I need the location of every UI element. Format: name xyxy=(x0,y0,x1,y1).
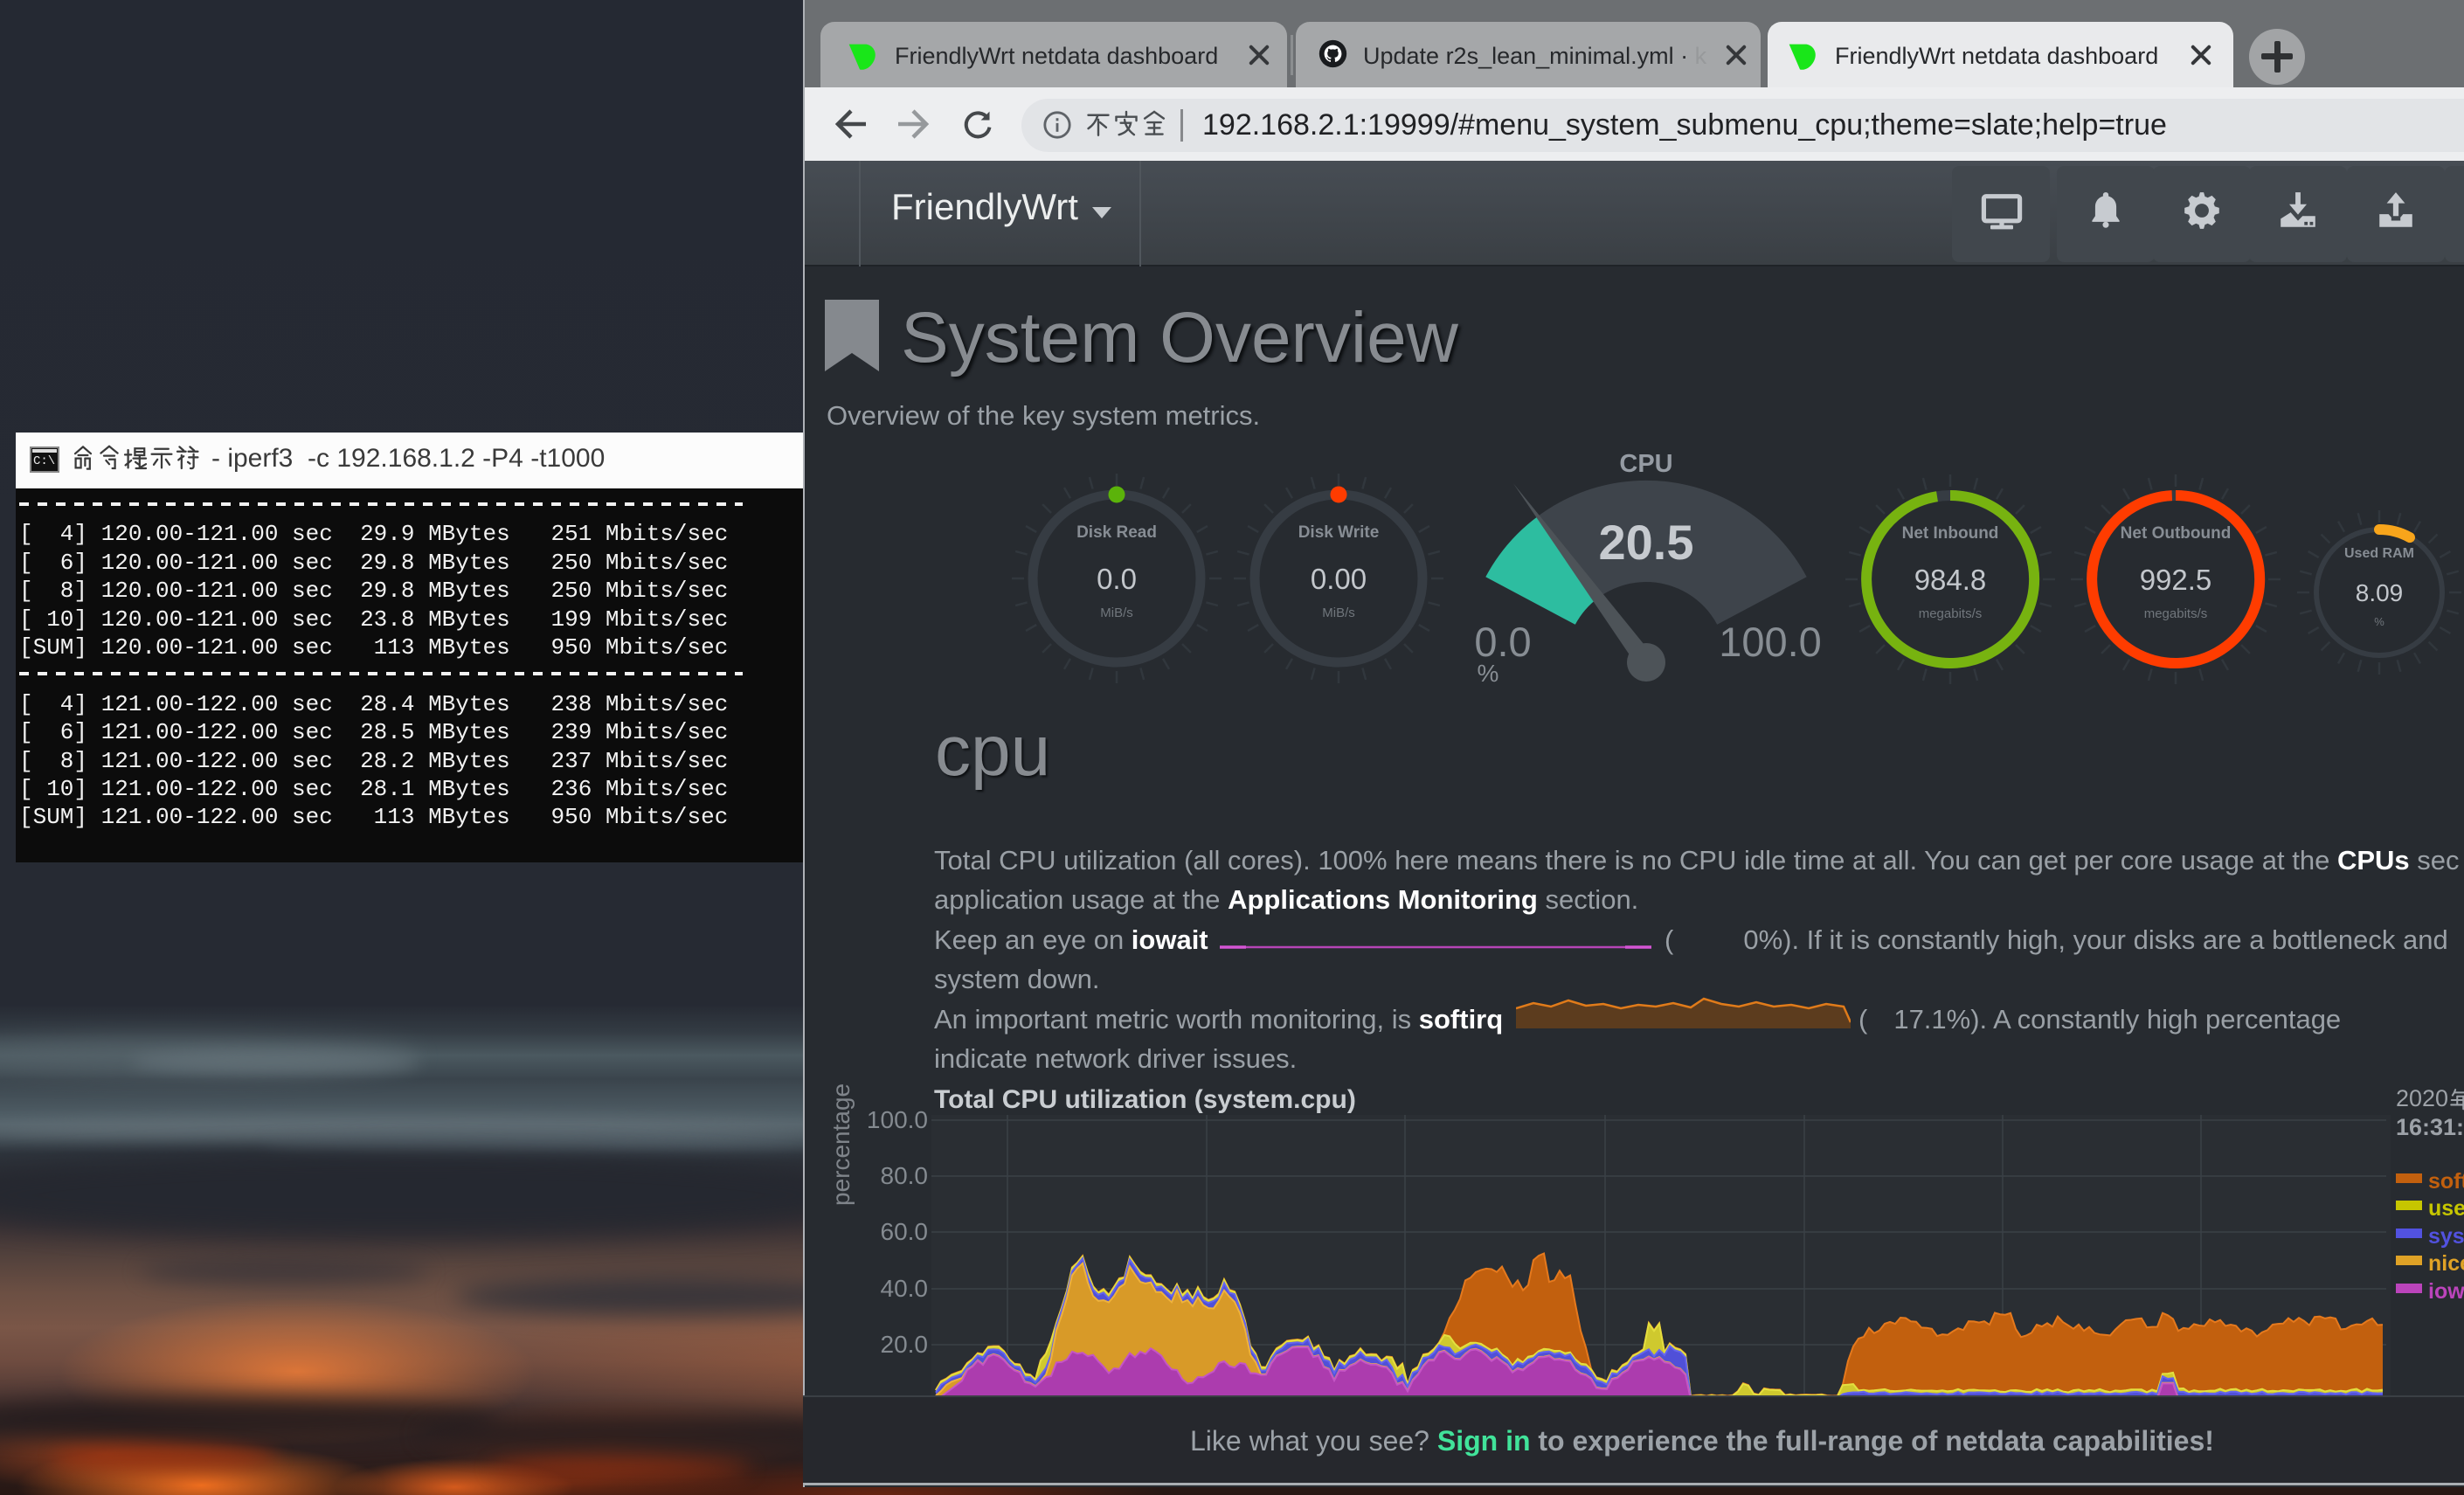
svg-text:0.0: 0.0 xyxy=(1097,563,1137,595)
svg-text:megabits/s: megabits/s xyxy=(2144,606,2208,621)
svg-text:MiB/s: MiB/s xyxy=(1322,606,1355,620)
svg-text:%: % xyxy=(2374,615,2384,628)
svg-text:Disk Write: Disk Write xyxy=(1298,523,1380,542)
svg-text:100.0: 100.0 xyxy=(1719,619,1822,665)
svg-text:%: % xyxy=(1478,660,1499,687)
svg-text:megabits/s: megabits/s xyxy=(1919,606,1983,621)
svg-text:MiB/s: MiB/s xyxy=(1100,606,1133,620)
svg-text:Disk Read: Disk Read xyxy=(1076,523,1157,542)
svg-text:984.8: 984.8 xyxy=(1914,564,1987,596)
svg-text:Net Inbound: Net Inbound xyxy=(1902,524,1999,543)
svg-text:0.00: 0.00 xyxy=(1311,563,1367,595)
svg-text:20.5: 20.5 xyxy=(1599,515,1694,570)
svg-text:992.5: 992.5 xyxy=(2140,564,2212,596)
svg-text:Net Outbound: Net Outbound xyxy=(2121,524,2232,543)
svg-text:8.09: 8.09 xyxy=(2356,579,2404,606)
svg-text:CPU: CPU xyxy=(1619,450,1672,478)
svg-text:Used RAM: Used RAM xyxy=(2344,546,2414,561)
svg-text:0.0: 0.0 xyxy=(1474,619,1531,665)
